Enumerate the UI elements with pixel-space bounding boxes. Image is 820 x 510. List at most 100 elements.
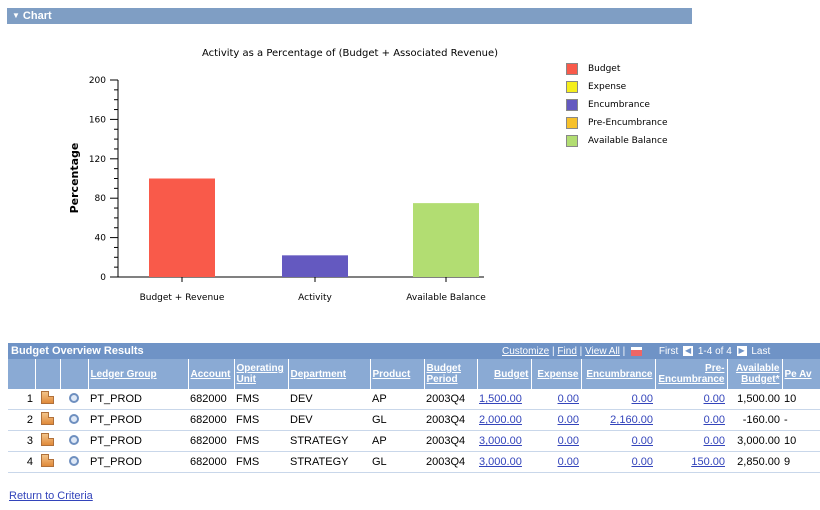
- detail-icon[interactable]: [41, 391, 54, 404]
- column-header-budget-period[interactable]: Budget Period: [427, 363, 461, 385]
- table-cell: STRATEGY: [288, 430, 370, 452]
- legend-item: Expense: [566, 80, 668, 98]
- cell-available: -160.00: [742, 414, 780, 426]
- table-cell: 2003Q4: [424, 451, 477, 473]
- table-cell: FMS: [234, 451, 288, 473]
- cell-expense[interactable]: 0.00: [558, 435, 579, 447]
- column-header-pre-encumbrance[interactable]: Pre-Encumbrance: [658, 363, 724, 385]
- inquiry-icon[interactable]: [69, 434, 79, 445]
- previous-icon[interactable]: ◀: [683, 346, 694, 357]
- cell-unit: FMS: [236, 393, 260, 405]
- cell-ledger-group: PT_PROD: [90, 393, 142, 405]
- x-tick-label: Available Balance: [406, 293, 486, 303]
- cell-period: 2003Q4: [426, 414, 466, 426]
- customize-link[interactable]: Customize: [502, 346, 549, 357]
- table-cell: [60, 451, 88, 473]
- column-header-account[interactable]: Account: [191, 369, 231, 380]
- table-cell: 1,500.00: [727, 389, 782, 410]
- cell-pre-encumbrance[interactable]: 0.00: [704, 435, 725, 447]
- detail-icon[interactable]: [41, 433, 54, 446]
- table-cell: 2003Q4: [424, 409, 477, 431]
- y-axis-label: Percentage: [68, 143, 81, 214]
- table-cell: 3,000.00: [477, 430, 531, 452]
- cell-encumbrance[interactable]: 2,160.00: [610, 414, 653, 426]
- cell-expense[interactable]: 0.00: [558, 456, 579, 468]
- cell-ledger-group: PT_PROD: [90, 456, 142, 468]
- cell-budget[interactable]: 3,000.00: [479, 456, 522, 468]
- legend-label: Available Balance: [588, 136, 668, 146]
- find-link[interactable]: Find: [557, 346, 576, 357]
- cell-encumbrance[interactable]: 0.00: [632, 435, 653, 447]
- budget-overview-grid: Ledger Group Account Operating Unit Depa…: [8, 359, 820, 473]
- table-cell: -: [782, 409, 820, 431]
- cell-period: 2003Q4: [426, 393, 466, 405]
- cell-budget[interactable]: 2,000.00: [479, 414, 522, 426]
- download-grid-icon[interactable]: [631, 346, 643, 356]
- cell-pre-encumbrance[interactable]: 0.00: [704, 393, 725, 405]
- bar-chart: Activity as a Percentage of (Budget + As…: [68, 48, 498, 303]
- column-header-operating-unit[interactable]: Operating Unit: [237, 363, 284, 385]
- table-cell: 0.00: [531, 451, 581, 473]
- legend-swatch: [566, 134, 578, 147]
- cell-department: DEV: [290, 393, 313, 405]
- detail-icon[interactable]: [41, 454, 54, 467]
- table-cell: 4: [8, 451, 35, 473]
- cell-unit: FMS: [236, 435, 260, 447]
- column-header-ledger-group[interactable]: Ledger Group: [91, 369, 157, 380]
- cell-unit: FMS: [236, 456, 260, 468]
- return-to-criteria-link[interactable]: Return to Criteria: [9, 490, 93, 502]
- cell-expense[interactable]: 0.00: [558, 393, 579, 405]
- next-icon[interactable]: ▶: [736, 346, 747, 357]
- y-tick-label: 120: [89, 155, 106, 165]
- legend-label: Expense: [588, 82, 627, 92]
- results-title: Budget Overview Results: [11, 345, 144, 357]
- nav-separator: |: [552, 346, 555, 357]
- cell-budget[interactable]: 3,000.00: [479, 435, 522, 447]
- legend-item: Budget: [566, 62, 668, 80]
- bar-available-balance: [413, 203, 479, 277]
- legend-swatch: [566, 62, 578, 75]
- cell-expense[interactable]: 0.00: [558, 414, 579, 426]
- cell-available: 2,850.00: [737, 456, 780, 468]
- table-cell: AP: [370, 389, 424, 410]
- bar-activity: [282, 255, 348, 277]
- cell-pre-encumbrance[interactable]: 150.00: [691, 456, 725, 468]
- inquiry-icon[interactable]: [69, 413, 79, 424]
- y-tick-label: 40: [95, 234, 107, 244]
- column-header-row-number: [8, 359, 36, 389]
- inquiry-icon[interactable]: [69, 455, 79, 466]
- row-number: 1: [26, 393, 33, 405]
- column-header-inquiry: [60, 359, 89, 389]
- cell-ledger-group: PT_PROD: [90, 435, 142, 447]
- column-header-product[interactable]: Product: [373, 369, 411, 380]
- table-cell: [35, 430, 60, 452]
- view-all-link[interactable]: View All: [585, 346, 620, 357]
- table-cell: PT_PROD: [88, 389, 188, 410]
- column-header-expense[interactable]: Expense: [537, 369, 578, 380]
- cell-department: DEV: [290, 414, 313, 426]
- table-cell: STRATEGY: [288, 451, 370, 473]
- column-header-department[interactable]: Department: [291, 369, 347, 380]
- legend-swatch: [566, 98, 578, 111]
- cell-encumbrance[interactable]: 0.00: [632, 456, 653, 468]
- table-cell: 0.00: [655, 430, 727, 452]
- grid-navigation: Customize | Find | View All | First ◀ 1-…: [502, 344, 770, 360]
- cell-budget[interactable]: 1,500.00: [479, 393, 522, 405]
- column-header-encumbrance[interactable]: Encumbrance: [586, 369, 652, 380]
- detail-icon[interactable]: [41, 412, 54, 425]
- results-header: Budget Overview Results Customize | Find…: [8, 343, 820, 359]
- table-row: 2 PT_PROD 682000 FMS DEV GL 2003Q4 2,000.00 0.00…: [8, 409, 820, 431]
- cell-pre-encumbrance[interactable]: 0.00: [704, 414, 725, 426]
- table-cell: DEV: [288, 409, 370, 431]
- column-header-percent-available[interactable]: Pe Av: [785, 369, 812, 380]
- cell-product: GL: [372, 456, 387, 468]
- column-header-available-budget[interactable]: Available Budget*: [736, 363, 780, 385]
- cell-encumbrance[interactable]: 0.00: [632, 393, 653, 405]
- table-row: 4 PT_PROD 682000 FMS STRATEGY GL 2003Q4 3,000.0…: [8, 451, 820, 473]
- legend-swatch: [566, 116, 578, 129]
- x-tick-label: Activity: [298, 293, 332, 303]
- table-cell: 682000: [188, 451, 234, 473]
- row-number: 2: [26, 414, 33, 426]
- inquiry-icon[interactable]: [69, 392, 79, 403]
- column-header-budget[interactable]: Budget: [494, 369, 528, 380]
